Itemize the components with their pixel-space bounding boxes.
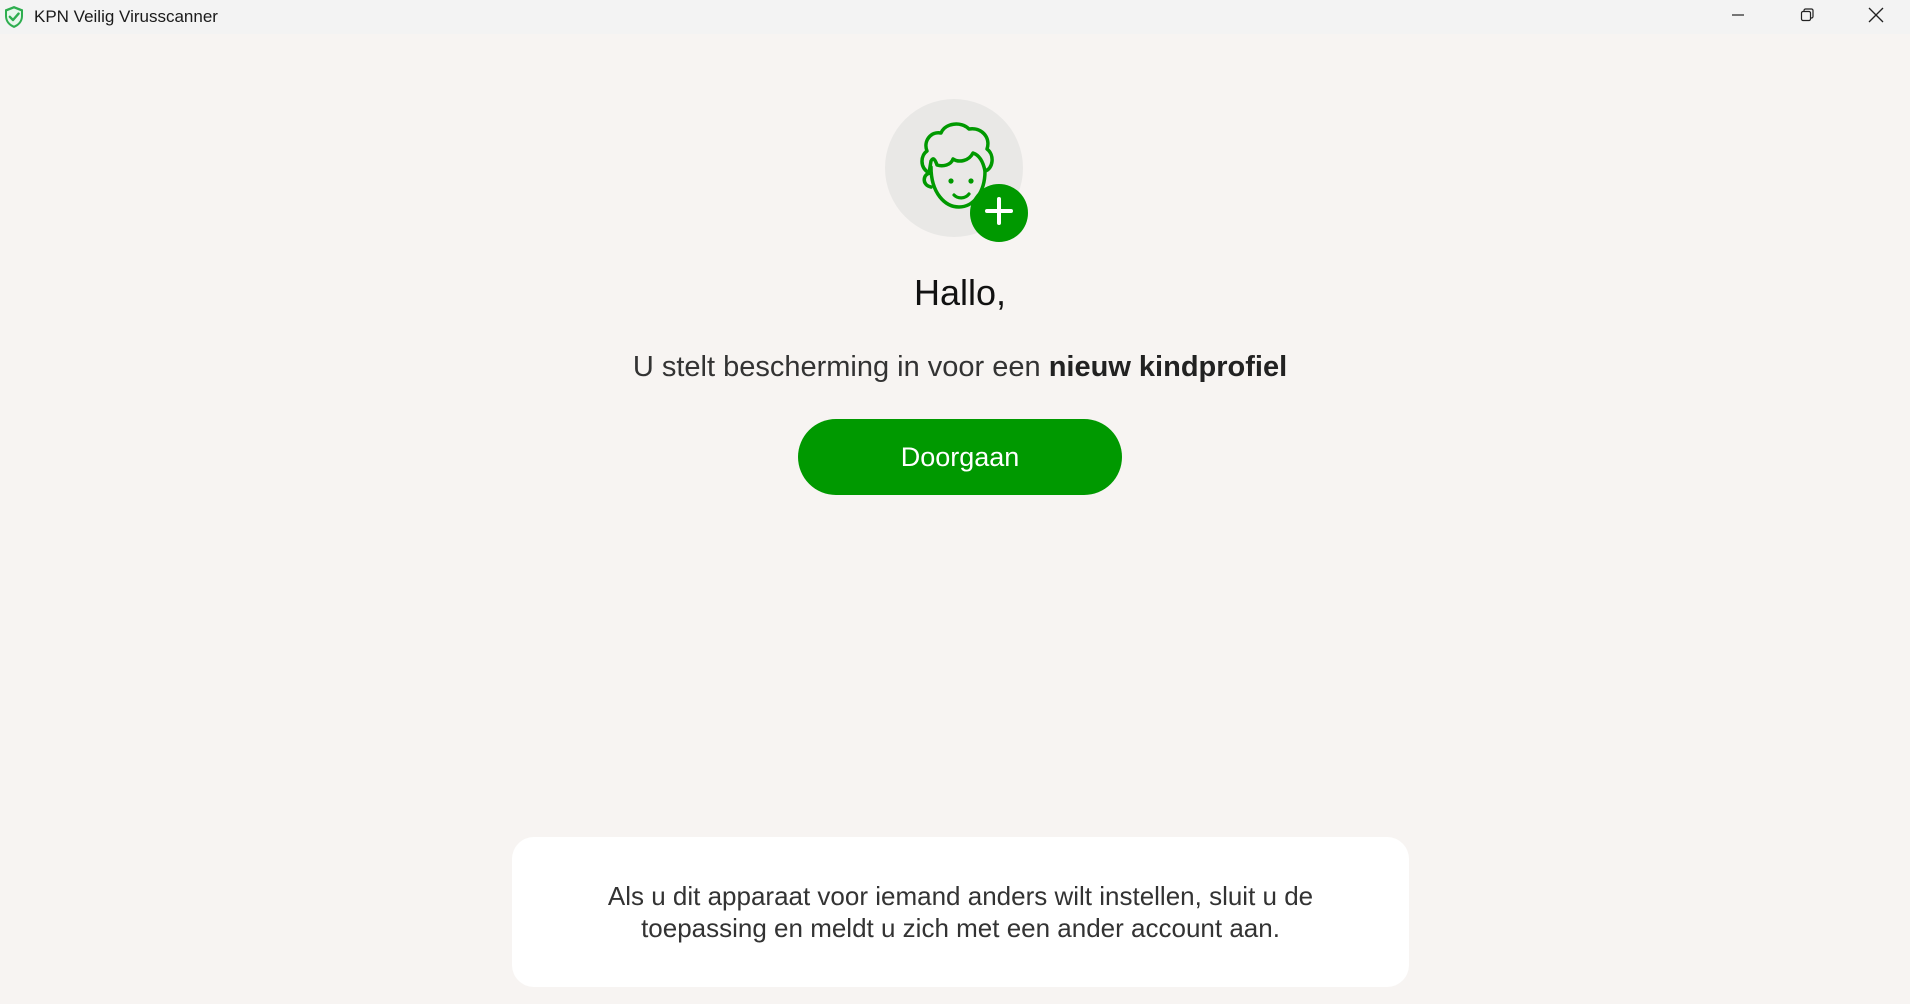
- app-window: KPN Veilig Virusscanner Hallo, U stelt b…: [0, 0, 1910, 1004]
- setup-description: U stelt bescherming in voor een nieuw ki…: [0, 351, 1910, 384]
- window-controls: [1703, 0, 1910, 34]
- window-title: KPN Veilig Virusscanner: [34, 7, 218, 26]
- add-badge: [970, 184, 1028, 242]
- greeting-heading: Hallo,: [913, 272, 1007, 313]
- continue-button[interactable]: Doorgaan: [798, 419, 1122, 495]
- close-button[interactable]: [1841, 0, 1910, 34]
- main-content: Hallo, U stelt bescherming in voor een n…: [0, 34, 1910, 1004]
- info-card: Als u dit apparaat voor iemand anders wi…: [512, 837, 1409, 987]
- shield-check-icon: [2, 5, 26, 29]
- restore-icon: [1799, 7, 1815, 28]
- info-card-text: Als u dit apparaat voor iemand anders wi…: [607, 881, 1314, 943]
- restore-button[interactable]: [1772, 0, 1841, 34]
- setup-description-text: U stelt bescherming in voor een: [632, 351, 1049, 383]
- plus-icon: [982, 194, 1016, 233]
- child-profile-add-icon: [885, 99, 1030, 244]
- minimize-button[interactable]: [1703, 0, 1772, 34]
- title-bar: KPN Veilig Virusscanner: [0, 0, 1910, 34]
- close-icon: [1867, 6, 1885, 29]
- profile-type-label: nieuw kindprofiel: [1048, 351, 1288, 383]
- minimize-icon: [1730, 7, 1746, 28]
